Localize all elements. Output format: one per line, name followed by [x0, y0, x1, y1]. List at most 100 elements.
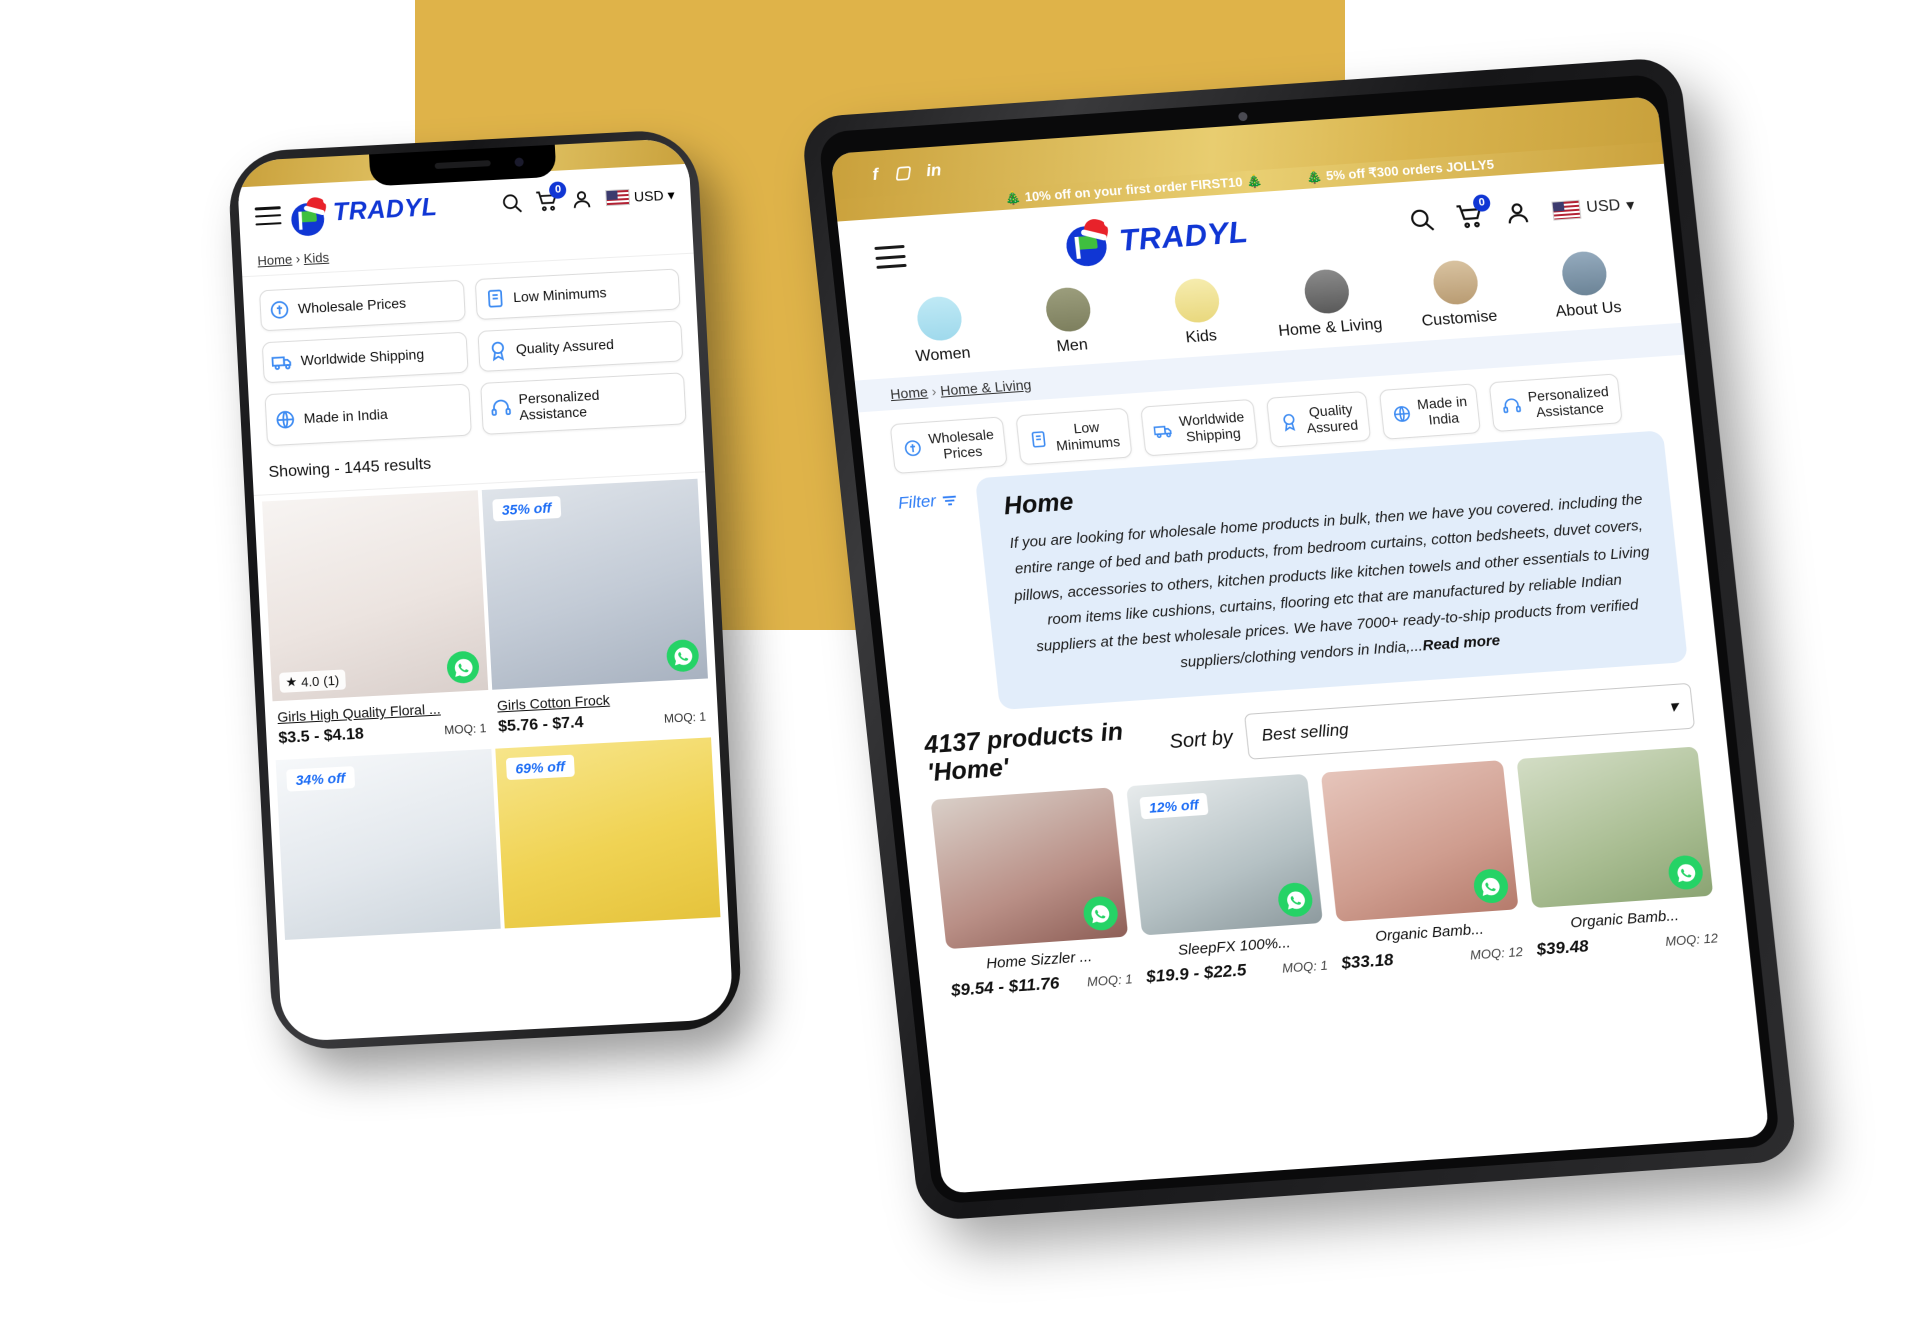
globe-icon: [276, 410, 295, 429]
tablet-body: f ▢ in 🎄 10% off on your first order FIR…: [800, 56, 1799, 1222]
brand-name: TRADYL: [1117, 214, 1250, 258]
badge-personalized-assistance[interactable]: Personalized Assistance: [1489, 373, 1624, 433]
whatsapp-icon[interactable]: [1666, 854, 1705, 891]
product-card[interactable]: 35% off Girls Cotton Frock $5.76 - $7.4 …: [481, 478, 711, 745]
badge-label: Worldwide Shipping: [1178, 408, 1245, 445]
breadcrumb-home[interactable]: Home: [889, 384, 928, 403]
headset-icon: [490, 399, 511, 416]
cart-count-badge: 0: [1472, 194, 1492, 213]
search-icon[interactable]: [501, 191, 524, 214]
product-moq: MOQ: 1: [1281, 957, 1329, 976]
avatar: [1560, 250, 1610, 297]
headset-icon: [1503, 397, 1522, 413]
badge-quality-assured[interactable]: Quality Assured: [476, 320, 684, 373]
breadcrumb-current[interactable]: Home & Living: [939, 376, 1032, 398]
badge-worldwide-shipping[interactable]: Worldwide Shipping: [1140, 398, 1259, 457]
us-flag-icon: [1551, 199, 1582, 221]
badge-label: Made in India: [303, 405, 389, 427]
nav-item-home-living[interactable]: Home & Living: [1270, 266, 1385, 341]
nav-item-about-us[interactable]: About Us: [1528, 248, 1643, 323]
nav-item-men[interactable]: Men: [1012, 284, 1127, 359]
brand-logo[interactable]: TRADYL: [290, 185, 492, 237]
badge-label: Wholesale Prices: [927, 426, 995, 462]
badge-low-minimums[interactable]: Low Minimums: [1015, 407, 1133, 466]
product-image: 34% off: [275, 749, 501, 941]
badge-low-minimums[interactable]: Low Minimums: [474, 268, 681, 321]
nav-item-customise[interactable]: Customise: [1399, 257, 1514, 332]
breadcrumb-home[interactable]: Home: [257, 252, 292, 269]
whatsapp-icon[interactable]: [1276, 881, 1315, 919]
badge-label: Worldwide Shipping: [300, 346, 425, 369]
tag-icon: [904, 439, 921, 456]
badge-label: Quality Assured: [515, 336, 615, 358]
read-more-link[interactable]: Read more: [1422, 633, 1501, 655]
cart-icon[interactable]: 0: [1455, 194, 1492, 231]
badge-label: Quality Assured: [1305, 400, 1359, 437]
product-card[interactable]: 12% off SleepFX 100%... $19.9 - $22.5 MO…: [1125, 773, 1329, 987]
social-links[interactable]: f ▢ in: [871, 160, 942, 184]
menu-icon[interactable]: [874, 244, 907, 269]
truck-icon: [271, 356, 292, 370]
product-card[interactable]: Home Sizzler ... $9.54 - $11.76 MOQ: 1: [930, 787, 1133, 1001]
product-moq: MOQ: 12: [1664, 930, 1719, 950]
product-card[interactable]: Organic Bamb... $39.48 MOQ: 12: [1515, 746, 1719, 960]
brand-name: TRADYL: [332, 192, 438, 226]
nav-label: Men: [1055, 336, 1089, 356]
nav-item-women[interactable]: Women: [883, 293, 998, 368]
nav-item-kids[interactable]: Kids: [1141, 275, 1256, 350]
rating-value: 4.0: [300, 673, 320, 690]
chevron-down-icon: ▾: [1625, 196, 1636, 215]
filter-button[interactable]: Filter: [896, 480, 958, 514]
currency-value: USD: [633, 187, 664, 205]
badge-label: Low Minimums: [512, 284, 607, 306]
avatar: [1431, 259, 1480, 306]
phone-header-actions: 0 USD ▾: [501, 181, 676, 215]
whatsapp-icon[interactable]: [446, 650, 480, 685]
product-price: $19.9 - $22.5: [1145, 960, 1248, 987]
phone-screen: 🎄 TRADYL 0 U: [236, 137, 734, 1043]
product-image: 35% off: [481, 478, 708, 690]
whatsapp-icon[interactable]: [1081, 895, 1119, 932]
badge-worldwide-shipping[interactable]: Worldwide Shipping: [261, 331, 469, 384]
whatsapp-icon[interactable]: [1471, 868, 1510, 905]
tablet-bezel: f ▢ in 🎄 10% off on your first order FIR…: [817, 73, 1781, 1205]
sort-label: Sort by: [1168, 727, 1235, 754]
product-card[interactable]: ★ 4.0 (1) Girls High Quality Floral ... …: [262, 490, 491, 756]
award-icon: [1283, 413, 1296, 432]
cart-icon[interactable]: 0: [536, 181, 568, 213]
avatar: [1173, 277, 1222, 324]
nav-label: Customise: [1420, 307, 1499, 330]
badge-quality-assured[interactable]: Quality Assured: [1266, 390, 1371, 448]
award-icon: [491, 341, 504, 362]
badge-wholesale-prices[interactable]: Wholesale Prices: [889, 416, 1009, 475]
tree-icon: 🎄: [1004, 189, 1022, 206]
product-card[interactable]: 34% off: [275, 749, 501, 941]
front-camera-icon: [514, 157, 524, 167]
discount-badge: 12% off: [1138, 792, 1209, 820]
chevron-down-icon: ▾: [667, 186, 675, 203]
product-card[interactable]: 69% off: [495, 737, 721, 929]
badge-wholesale-prices[interactable]: Wholesale Prices: [259, 279, 466, 332]
product-card[interactable]: Organic Bamb... $33.18 MOQ: 12: [1320, 760, 1524, 973]
currency-selector[interactable]: USD ▾: [1551, 195, 1636, 221]
logo-mark-icon: [290, 195, 329, 237]
account-icon[interactable]: [571, 188, 594, 211]
truck-icon: [1153, 425, 1172, 438]
account-icon[interactable]: [1503, 199, 1532, 227]
badge-made-in-india[interactable]: Made in India: [264, 383, 472, 447]
linkedin-icon[interactable]: in: [925, 160, 942, 180]
avatar: [914, 295, 964, 343]
badge-made-in-india[interactable]: Made in India: [1378, 383, 1482, 440]
clipboard-icon: [487, 289, 503, 308]
currency-value: USD: [1585, 196, 1622, 217]
whatsapp-icon[interactable]: [665, 639, 700, 673]
instagram-icon[interactable]: ▢: [893, 162, 911, 182]
badge-personalized-assistance[interactable]: Personalized Assistance: [479, 372, 687, 436]
us-flag-icon: [605, 188, 631, 207]
menu-icon[interactable]: [254, 206, 282, 226]
breadcrumb-current[interactable]: Kids: [303, 250, 329, 266]
search-icon[interactable]: [1407, 206, 1436, 234]
facebook-icon[interactable]: f: [871, 164, 879, 183]
product-image: [930, 787, 1128, 950]
currency-selector[interactable]: USD ▾: [605, 186, 675, 207]
